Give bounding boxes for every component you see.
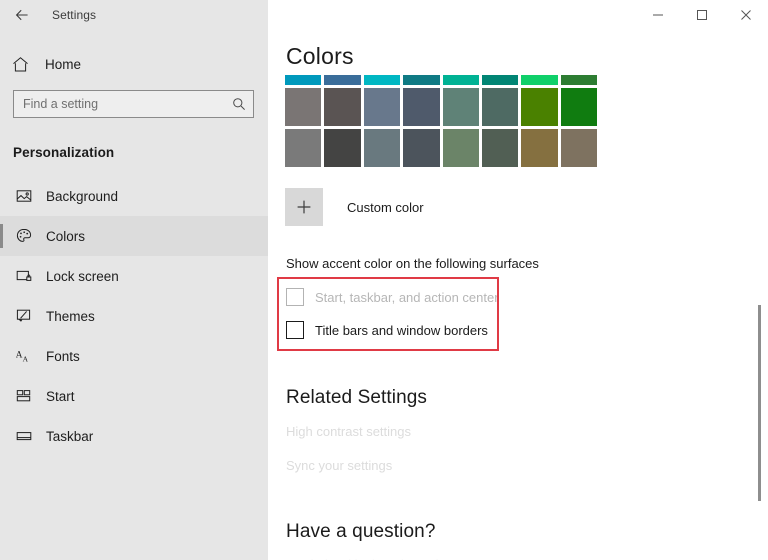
- related-settings-heading: Related Settings: [286, 387, 428, 408]
- sidebar-item-colors[interactable]: Colors: [0, 216, 268, 256]
- custom-color-row: Custom color: [285, 188, 768, 226]
- checkbox-title-bars[interactable]: [286, 321, 304, 339]
- image-icon: [13, 188, 35, 204]
- sidebar-nav: Background Colors Lock screen Themes A A…: [0, 176, 268, 456]
- color-swatch[interactable]: [285, 88, 322, 126]
- checkbox-label: Start, taskbar, and action center: [315, 289, 499, 305]
- start-grid-icon: [13, 388, 35, 404]
- checkbox-row-start-taskbar[interactable]: Start, taskbar, and action center: [286, 288, 768, 306]
- brush-icon: [13, 308, 35, 324]
- main-content: Colors Custom color Show accent color on…: [268, 30, 768, 560]
- sidebar-item-fonts[interactable]: A A Fonts: [0, 336, 268, 376]
- link-high-contrast-settings[interactable]: High contrast settings: [286, 424, 768, 439]
- sidebar-item-start[interactable]: Start: [0, 376, 268, 416]
- color-swatch[interactable]: [324, 88, 361, 126]
- color-swatch[interactable]: [363, 129, 401, 167]
- back-button[interactable]: [0, 0, 44, 30]
- color-swatch[interactable]: [324, 75, 361, 85]
- color-swatch[interactable]: [560, 129, 597, 167]
- sidebar-group-title: Personalization: [13, 145, 115, 160]
- search-box[interactable]: [13, 90, 254, 118]
- color-swatch[interactable]: [403, 129, 440, 167]
- sidebar-item-label: Start: [46, 388, 75, 404]
- home-icon: [12, 56, 38, 73]
- scrollbar-thumb[interactable]: [758, 305, 761, 501]
- color-swatch[interactable]: [442, 75, 479, 85]
- sidebar-item-label: Themes: [46, 308, 95, 324]
- sidebar-item-lock-screen[interactable]: Lock screen: [0, 256, 268, 296]
- checkbox-label: Title bars and window borders: [315, 322, 488, 338]
- color-swatch[interactable]: [285, 75, 322, 85]
- sidebar-item-label: Background: [46, 188, 119, 204]
- color-swatch[interactable]: [481, 88, 519, 126]
- search-input[interactable]: [14, 97, 253, 111]
- sidebar-item-background[interactable]: Background: [0, 176, 268, 216]
- palette-icon: [13, 228, 35, 244]
- sidebar-home-label: Home: [45, 56, 82, 72]
- minimize-icon: [653, 14, 663, 16]
- accent-surfaces-heading: Show accent color on the following surfa…: [286, 256, 539, 271]
- lock-screen-icon: [13, 268, 35, 284]
- sidebar-item-taskbar[interactable]: Taskbar: [0, 416, 268, 456]
- window-controls: [636, 0, 768, 30]
- search-icon[interactable]: [232, 97, 246, 111]
- sidebar-item-label: Lock screen: [46, 268, 119, 284]
- custom-color-label: Custom color: [347, 199, 424, 215]
- sidebar: Home Personalization: [0, 30, 268, 560]
- color-swatch[interactable]: [560, 75, 597, 85]
- checkbox-row-title-bars[interactable]: Title bars and window borders: [286, 321, 768, 339]
- sidebar-item-themes[interactable]: Themes: [0, 296, 268, 336]
- color-swatch[interactable]: [521, 129, 558, 167]
- color-swatch[interactable]: [521, 75, 558, 85]
- help-heading: Have a question?: [286, 521, 436, 542]
- sidebar-item-label: Fonts: [46, 348, 80, 364]
- color-swatch[interactable]: [403, 75, 440, 85]
- window-title: Settings: [52, 8, 97, 22]
- font-icon: A A: [13, 348, 35, 364]
- plus-icon: [297, 200, 311, 214]
- page-title: Colors: [286, 43, 354, 69]
- sidebar-item-label: Taskbar: [46, 428, 94, 444]
- color-swatch[interactable]: [481, 75, 519, 85]
- color-swatch[interactable]: [560, 88, 597, 126]
- maximize-button[interactable]: [680, 0, 724, 30]
- maximize-icon: [697, 10, 707, 20]
- color-swatch[interactable]: [363, 75, 401, 85]
- minimize-button[interactable]: [636, 0, 680, 30]
- accent-color-grid: [285, 75, 597, 167]
- vertical-scrollbar[interactable]: [752, 30, 768, 560]
- close-icon: [741, 10, 751, 20]
- checkbox-start-taskbar[interactable]: [286, 288, 304, 306]
- arrow-left-icon: [15, 9, 28, 21]
- custom-color-button[interactable]: [285, 188, 323, 226]
- color-swatch[interactable]: [363, 88, 401, 126]
- taskbar-icon: [13, 428, 35, 444]
- color-swatch[interactable]: [324, 129, 361, 167]
- close-button[interactable]: [724, 0, 768, 30]
- settings-window: Settings Home Find a setting Personaliza…: [0, 0, 768, 560]
- color-swatch[interactable]: [285, 129, 322, 167]
- color-swatch[interactable]: [481, 129, 519, 167]
- color-swatch[interactable]: [442, 88, 479, 126]
- sidebar-item-home[interactable]: Home: [0, 44, 268, 84]
- title-bar-left: Settings: [0, 0, 268, 30]
- color-swatch[interactable]: [403, 88, 440, 126]
- svg-text:A: A: [23, 354, 29, 363]
- color-swatch[interactable]: [521, 88, 558, 126]
- search-container: [0, 84, 268, 118]
- link-sync-your-settings[interactable]: Sync your settings: [286, 458, 768, 473]
- color-swatch[interactable]: [442, 129, 479, 167]
- title-bar: Settings: [0, 0, 768, 30]
- sidebar-item-label: Colors: [46, 228, 86, 244]
